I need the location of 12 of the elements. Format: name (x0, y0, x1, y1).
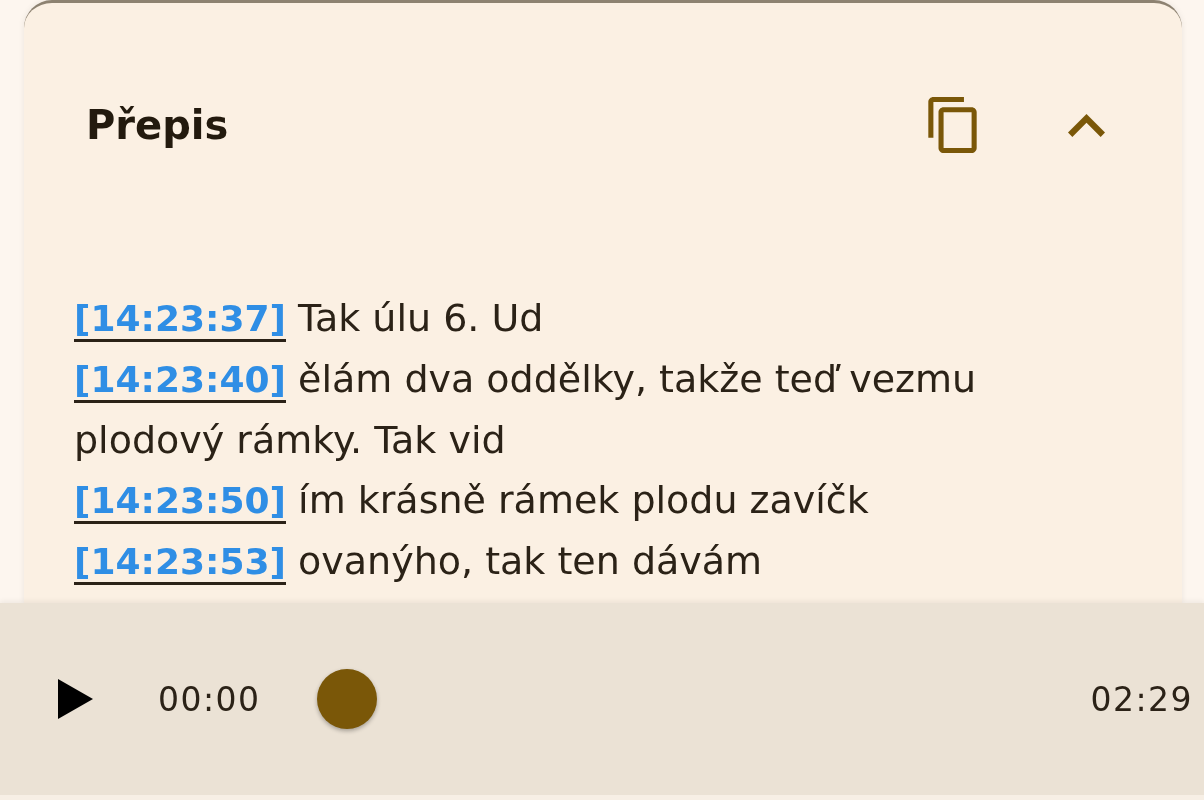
elapsed-time: 00:00 (158, 679, 261, 719)
copy-icon (927, 97, 977, 153)
slider-thumb[interactable] (316, 669, 377, 729)
timestamp-link[interactable]: [14:23:50] (74, 480, 286, 521)
transcript-line: [14:23:53] ovanýho, tak ten dávám (74, 538, 764, 585)
duration-time: 02:29 (1090, 679, 1193, 719)
transcript-line: [14:23:37] Tak úlu 6. Ud (74, 295, 545, 342)
timestamp-link[interactable]: [14:23:53] (74, 541, 286, 582)
card-title: Přepis (86, 101, 229, 149)
timestamp-link[interactable]: [14:23:37] (74, 298, 286, 339)
transcript-line: [14:23:50] ím krásně rámek plodu zavíčk (74, 477, 870, 524)
timestamp-link[interactable]: [14:23:40] (74, 359, 286, 400)
